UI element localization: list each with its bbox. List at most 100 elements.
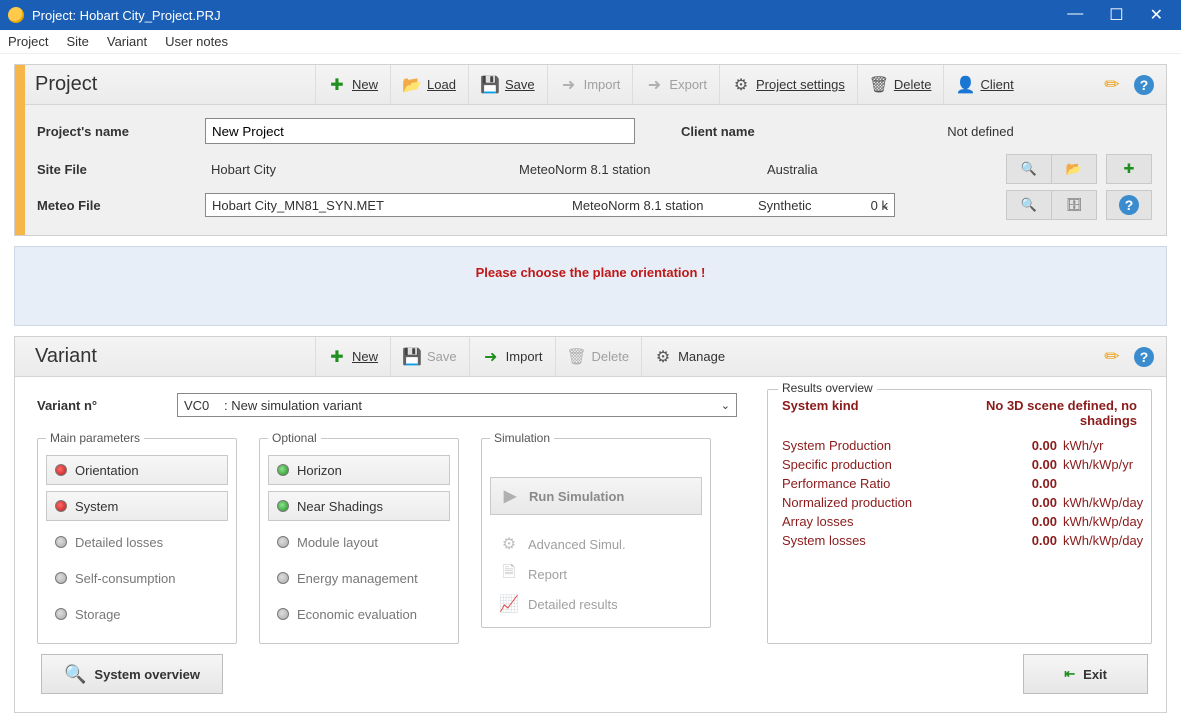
variant-import-button[interactable]: ➜Import [469, 337, 555, 376]
variant-select-text: : New simulation variant [224, 398, 362, 413]
site-add-button[interactable]: ✚ [1106, 154, 1152, 184]
project-name-label: Project's name [37, 124, 197, 139]
result-unit: kWh/kWp/yr [1057, 457, 1137, 472]
optional-param-label: Horizon [297, 463, 342, 478]
meteo-file-label: Meteo File [37, 198, 197, 213]
results-heading-left: System kind [782, 398, 957, 428]
variant-delete-label: Delete [592, 349, 630, 364]
optional-param-energy-management[interactable]: Energy management [268, 563, 450, 593]
project-new-label: New [352, 77, 378, 92]
plus-icon: ✚ [328, 76, 346, 94]
main-param-storage[interactable]: Storage [46, 599, 228, 629]
client-name-label: Client name [681, 124, 801, 139]
window-title: Project: Hobart City_Project.PRJ [32, 8, 1067, 23]
edit-icon[interactable]: ✎ [1100, 344, 1126, 370]
menubar: Project Site Variant User notes [0, 30, 1181, 54]
project-export-button[interactable]: ➜Export [632, 65, 719, 104]
advanced-simul-button[interactable]: ⚙Advanced Simul. [490, 529, 702, 559]
result-value: 0.00 [997, 514, 1057, 529]
site-search-button[interactable]: 🔍 [1006, 154, 1052, 184]
project-title: Project [35, 73, 315, 96]
status-dot-icon [277, 572, 289, 584]
project-load-label: Load [427, 77, 456, 92]
main-param-self-consumption[interactable]: Self-consumption [46, 563, 228, 593]
project-header: Project ✚ New 📂Load 💾Save ➜Import ➜Export… [15, 65, 1166, 105]
result-value: 0.00 [997, 476, 1057, 491]
variant-new-button[interactable]: ✚New [315, 337, 390, 376]
meteo-search-button[interactable]: 🔍 [1006, 190, 1052, 220]
optional-param-near-shadings[interactable]: Near Shadings [268, 491, 450, 521]
help-icon[interactable]: ? [1134, 347, 1154, 367]
result-key: Array losses [782, 514, 997, 529]
exit-button[interactable]: ⇤ Exit [1023, 654, 1148, 694]
system-overview-button[interactable]: 🔍 System overview [41, 654, 223, 694]
plus-icon: ✚ [1124, 161, 1135, 177]
results-row: Array losses0.00kWh/kWp/day [782, 512, 1137, 531]
trash-icon: 🗑 [568, 348, 586, 366]
meteo-file-name: Hobart City_MN81_SYN.MET [212, 198, 572, 213]
main-param-orientation[interactable]: Orientation [46, 455, 228, 485]
project-import-label: Import [584, 77, 621, 92]
variant-save-label: Save [427, 349, 457, 364]
variant-manage-label: Manage [678, 349, 725, 364]
search-icon: 🔍 [1021, 197, 1037, 213]
help-icon: ? [1119, 195, 1139, 215]
variant-new-label: New [352, 349, 378, 364]
site-file-source: MeteoNorm 8.1 station [513, 160, 753, 179]
menu-usernotes[interactable]: User notes [165, 34, 228, 49]
close-button[interactable]: ✕ [1150, 5, 1163, 25]
variant-manage-button[interactable]: ⚙ Manage [641, 337, 737, 376]
meteo-db-button[interactable]: 🗄 [1051, 190, 1097, 220]
advanced-simul-label: Advanced Simul. [528, 537, 626, 552]
project-load-button[interactable]: 📂Load [390, 65, 468, 104]
meteo-help-button[interactable]: ? [1106, 190, 1152, 220]
variant-toolbar: ✚New 💾 Save ➜Import 🗑 Delete ⚙ Manage [315, 337, 737, 376]
alert-panel: Please choose the plane orientation ! [14, 246, 1167, 326]
main-param-detailed-losses[interactable]: Detailed losses [46, 527, 228, 557]
minimize-button[interactable]: — [1067, 5, 1083, 25]
results-row: Specific production0.00kWh/kWp/yr [782, 455, 1137, 474]
result-unit: kWh/kWp/day [1057, 514, 1137, 529]
maximize-button[interactable]: ☐ [1109, 5, 1123, 25]
optional-param-economic-evaluation[interactable]: Economic evaluation [268, 599, 450, 629]
run-simulation-button[interactable]: ▶ Run Simulation [490, 477, 702, 515]
project-import-button[interactable]: ➜Import [547, 65, 633, 104]
trash-icon: 🗑 [870, 76, 888, 94]
detailed-results-label: Detailed results [528, 597, 618, 612]
help-icon[interactable]: ? [1134, 75, 1154, 95]
meteo-file-dropdown[interactable]: Hobart City_MN81_SYN.MET MeteoNorm 8.1 s… [205, 193, 895, 217]
simulation-legend: Simulation [490, 431, 554, 445]
menu-site[interactable]: Site [66, 34, 88, 49]
main-param-system[interactable]: System [46, 491, 228, 521]
variant-delete-button[interactable]: 🗑 Delete [555, 337, 642, 376]
report-label: Report [528, 567, 567, 582]
optional-param-module-layout[interactable]: Module layout [268, 527, 450, 557]
menu-project[interactable]: Project [8, 34, 48, 49]
status-dot-icon [55, 572, 67, 584]
project-toolbar: ✚ New 📂Load 💾Save ➜Import ➜Export ⚙Projec… [315, 65, 1026, 104]
edit-icon[interactable]: ✎ [1100, 72, 1126, 98]
detailed-results-button[interactable]: 📈Detailed results [490, 589, 702, 619]
gear-icon: ⚙ [654, 348, 672, 366]
main-param-label: Self-consumption [75, 571, 175, 586]
simulation-group: Simulation ▶ Run Simulation ⚙Advanced Si… [481, 431, 711, 628]
variant-select-dropdown[interactable]: VC0 : New simulation variant ⌄ [177, 393, 737, 417]
save-icon: 💾 [403, 348, 421, 366]
project-client-label: Client [980, 77, 1013, 92]
project-save-button[interactable]: 💾Save [468, 65, 547, 104]
project-delete-button[interactable]: 🗑Delete [857, 65, 944, 104]
project-save-label: Save [505, 77, 535, 92]
menu-variant[interactable]: Variant [107, 34, 147, 49]
optional-param-horizon[interactable]: Horizon [268, 455, 450, 485]
status-dot-icon [55, 608, 67, 620]
report-button[interactable]: 🗎Report [490, 559, 702, 589]
project-settings-button[interactable]: ⚙Project settings [719, 65, 857, 104]
results-heading-right: No 3D scene defined, no shadings [957, 398, 1137, 428]
project-new-button[interactable]: ✚ New [315, 65, 390, 104]
site-file-country: Australia [761, 160, 881, 179]
project-client-button[interactable]: 👤Client [943, 65, 1025, 104]
window-controls: — ☐ ✕ [1067, 5, 1173, 25]
variant-save-button[interactable]: 💾 Save [390, 337, 469, 376]
project-name-input[interactable] [205, 118, 635, 144]
site-open-button[interactable]: 📂 [1051, 154, 1097, 184]
